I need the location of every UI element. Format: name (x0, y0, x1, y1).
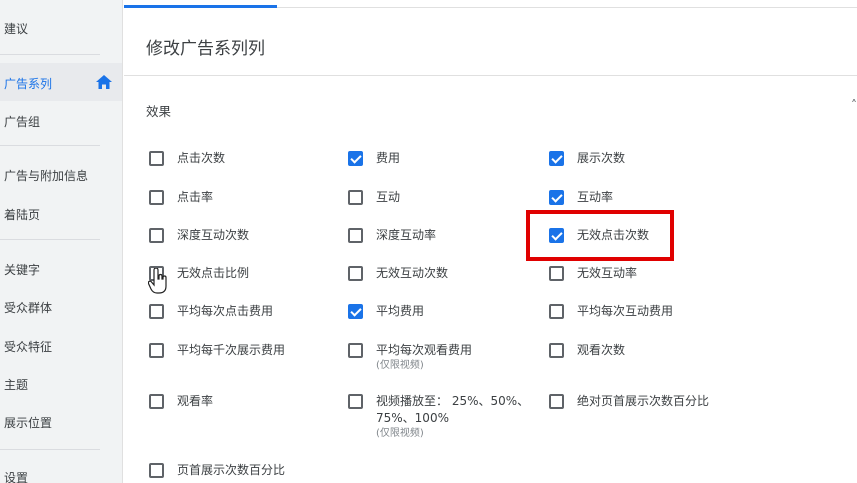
option-label: 观看次数 (577, 343, 626, 357)
checkbox[interactable] (549, 304, 564, 319)
checkbox[interactable] (348, 394, 363, 409)
column-option[interactable]: 点击率 (149, 189, 213, 206)
column-option[interactable]: 平均费用 (348, 303, 424, 320)
checkbox[interactable] (149, 343, 164, 358)
checkbox[interactable] (149, 151, 164, 166)
option-label: 互动 (376, 190, 401, 204)
option-label-line2: 75%、100% (376, 411, 449, 425)
checkbox[interactable] (149, 394, 164, 409)
column-option[interactable]: 互动 (348, 189, 400, 206)
option-sublabel: (仅限视频) (376, 428, 424, 439)
column-option[interactable]: 观看率 (149, 393, 213, 410)
option-label: 平均每千次展示费用 (177, 343, 286, 357)
option-label: 观看率 (177, 394, 214, 408)
sidebar-item-campaigns[interactable]: 广告系列 (4, 75, 52, 92)
checkbox[interactable] (149, 190, 164, 205)
checkbox[interactable] (348, 266, 363, 281)
section-title-performance: 效果 (146, 104, 172, 119)
sidebar-item-placements[interactable]: 展示位置 (4, 414, 52, 431)
option-label: 平均每次互动费用 (577, 304, 674, 318)
checkbox[interactable] (348, 228, 363, 243)
home-icon (96, 75, 112, 89)
checkbox[interactable] (149, 463, 164, 478)
checkbox-checked[interactable] (549, 190, 564, 205)
checkbox[interactable] (549, 343, 564, 358)
column-option[interactable]: 无效互动率 (549, 265, 637, 282)
option-label: 点击次数 (177, 151, 226, 165)
option-label: 页首展示次数百分比 (177, 463, 286, 477)
sidebar-item-keywords[interactable]: 关键字 (4, 261, 40, 278)
option-label: 费用 (376, 151, 401, 165)
column-option[interactable]: 平均每次观看费用 (仅限视频) (348, 342, 472, 373)
option-label: 点击率 (177, 190, 214, 204)
option-label: 平均费用 (376, 304, 425, 318)
option-sublabel: (仅限视频) (376, 360, 424, 371)
option-label: 视频播放至： 25%、50%、 (376, 394, 530, 408)
sidebar-item-landing-pages[interactable]: 着陆页 (4, 206, 40, 223)
option-label: 展示次数 (577, 151, 626, 165)
tab-strip (124, 0, 857, 8)
sidebar-item-topics[interactable]: 主题 (4, 376, 28, 393)
sidebar: 建议 广告系列 广告组 广告与附加信息 着陆页 关键字 受众群体 受众特征 主题… (0, 0, 123, 483)
checkbox[interactable] (348, 190, 363, 205)
column-option[interactable]: 费用 (348, 150, 400, 167)
column-option[interactable]: 绝对页首展示次数百分比 (549, 393, 709, 410)
tab-active-indicator (124, 5, 277, 8)
column-option[interactable]: 平均每次点击费用 (149, 303, 273, 320)
checkbox[interactable] (149, 228, 164, 243)
checkbox-checked[interactable] (348, 304, 363, 319)
column-option[interactable]: 观看次数 (549, 342, 625, 359)
sidebar-divider (0, 54, 100, 55)
checkbox[interactable] (348, 343, 363, 358)
option-label: 无效点击比例 (177, 266, 250, 280)
option-label: 无效互动率 (577, 266, 638, 280)
checkbox-checked[interactable] (549, 151, 564, 166)
checkbox[interactable] (549, 266, 564, 281)
title-divider (124, 75, 857, 76)
checkbox[interactable] (149, 304, 164, 319)
option-label: 平均每次观看费用 (376, 343, 473, 357)
sidebar-divider (0, 239, 100, 240)
sidebar-item-demographics[interactable]: 受众特征 (4, 338, 52, 355)
checkbox[interactable] (549, 394, 564, 409)
modify-columns-panel: 修改广告系列列 效果 ˄ 点击次数 费用 展示次数 点击率 互动 互动率 深度互… (124, 0, 857, 483)
column-option[interactable]: 互动率 (549, 189, 613, 206)
column-option[interactable]: 深度互动次数 (149, 227, 249, 244)
sidebar-item-settings[interactable]: 设置 (4, 469, 28, 483)
column-option[interactable]: 无效互动次数 (348, 265, 448, 282)
checkbox-checked[interactable] (348, 151, 363, 166)
option-label: 绝对页首展示次数百分比 (577, 394, 710, 408)
highlight-box (526, 210, 674, 261)
sidebar-item-audiences[interactable]: 受众群体 (4, 299, 52, 316)
column-option[interactable]: 页首展示次数百分比 (149, 462, 285, 479)
column-option[interactable]: 展示次数 (549, 150, 625, 167)
column-option[interactable]: 平均每次互动费用 (549, 303, 673, 320)
collapse-icon[interactable]: ˄ (851, 98, 857, 112)
option-label: 平均每次点击费用 (177, 304, 274, 318)
option-label-group: 平均每次观看费用 (仅限视频) (376, 342, 472, 373)
sidebar-divider (0, 145, 100, 146)
sidebar-divider (0, 449, 100, 450)
page-title: 修改广告系列列 (146, 39, 265, 59)
sidebar-item-suggestions[interactable]: 建议 (4, 20, 28, 37)
column-option[interactable]: 深度互动率 (348, 227, 436, 244)
option-label-group: 视频播放至： 25%、50%、 75%、100% (仅限视频) (376, 393, 529, 441)
sidebar-item-ads-extensions[interactable]: 广告与附加信息 (4, 167, 88, 184)
column-option[interactable]: 点击次数 (149, 150, 225, 167)
option-label: 无效互动次数 (376, 266, 449, 280)
column-option[interactable]: 视频播放至： 25%、50%、 75%、100% (仅限视频) (348, 393, 529, 441)
option-label: 深度互动率 (376, 228, 437, 242)
column-option[interactable]: 平均每千次展示费用 (149, 342, 285, 359)
option-label: 互动率 (577, 190, 614, 204)
hand-cursor-icon (148, 268, 167, 294)
option-label: 深度互动次数 (177, 228, 250, 242)
sidebar-item-ad-groups[interactable]: 广告组 (4, 113, 40, 130)
